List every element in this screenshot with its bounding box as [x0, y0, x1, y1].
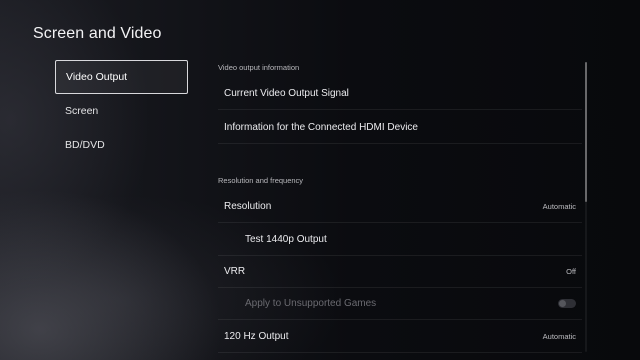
nav-item-bd-dvd[interactable]: BD/DVD — [55, 128, 188, 162]
row-test-1440p-output[interactable]: Test 1440p Output — [218, 224, 582, 256]
section-header-video-output-info: Video output information — [218, 63, 300, 72]
settings-nav: Video Output Screen BD/DVD — [55, 60, 188, 162]
row-label: VRR — [224, 266, 246, 277]
row-value: Automatic — [542, 202, 576, 211]
toggle-switch[interactable] — [558, 299, 576, 308]
row-hdmi-device-info[interactable]: Information for the Connected HDMI Devic… — [218, 112, 582, 144]
row-label: Resolution — [224, 201, 272, 212]
row-vrr[interactable]: VRR Off — [218, 256, 582, 288]
row-resolution[interactable]: Resolution Automatic — [218, 191, 582, 223]
row-label: Test 1440p Output — [245, 234, 327, 245]
row-current-video-output-signal[interactable]: Current Video Output Signal — [218, 78, 582, 110]
row-label: Information for the Connected HDMI Devic… — [224, 122, 418, 133]
nav-item-screen[interactable]: Screen — [55, 94, 188, 128]
toggle-knob — [559, 300, 566, 307]
row-label: 120 Hz Output — [224, 331, 289, 342]
scrollbar[interactable] — [585, 62, 587, 352]
row-label: Current Video Output Signal — [224, 88, 349, 99]
row-value: Automatic — [542, 332, 576, 341]
row-label: Apply to Unsupported Games — [245, 298, 377, 309]
row-120hz-output[interactable]: 120 Hz Output Automatic — [218, 321, 582, 353]
row-apply-unsupported-games[interactable]: Apply to Unsupported Games — [218, 288, 582, 320]
scrollbar-thumb[interactable] — [585, 62, 587, 202]
section-header-resolution-frequency: Resolution and frequency — [218, 176, 304, 185]
nav-item-video-output[interactable]: Video Output — [55, 60, 188, 94]
page-title: Screen and Video — [33, 25, 162, 42]
row-value: Off — [566, 267, 576, 276]
